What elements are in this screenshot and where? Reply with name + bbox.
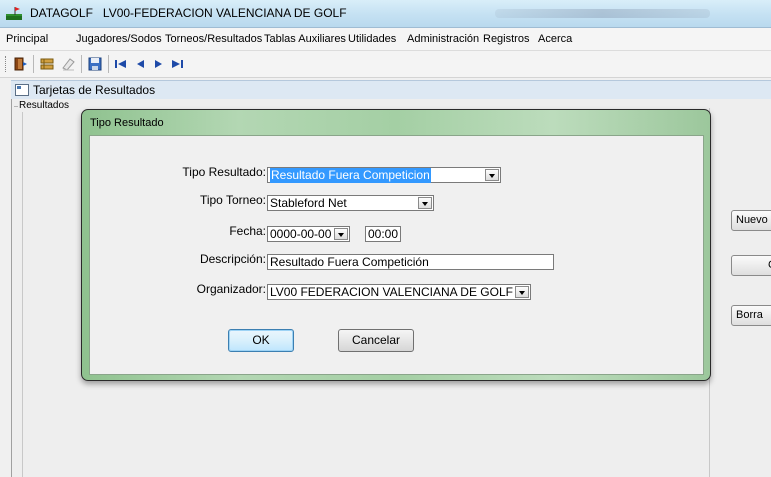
menu-tablas-auxiliares[interactable]: Tablas Auxiliares bbox=[264, 33, 346, 45]
descripcion-label: Descripción: bbox=[199, 252, 266, 266]
fecha-date-picker[interactable]: 0000-00-00 bbox=[267, 226, 350, 242]
tipo-torneo-select[interactable]: Stableford Net bbox=[267, 195, 434, 211]
internal-frame-title: Tarjetas de Resultados bbox=[33, 83, 156, 97]
menu-torneos[interactable]: Torneos/Resultados bbox=[165, 33, 262, 45]
save-button[interactable]: G bbox=[731, 255, 771, 276]
menu-jugadores[interactable]: Jugadores/Sodos bbox=[76, 33, 162, 45]
section-border bbox=[14, 106, 18, 107]
frame-window-icon bbox=[15, 84, 29, 96]
first-record-icon[interactable] bbox=[112, 55, 130, 73]
left-panel-border bbox=[22, 112, 23, 477]
menu-administracion[interactable]: Administración bbox=[407, 33, 479, 45]
chevron-down-icon[interactable] bbox=[485, 169, 499, 181]
results-section-label: Resultados bbox=[19, 100, 70, 111]
hora-field[interactable]: 00:00 bbox=[365, 226, 401, 242]
tipo-resultado-label: Tipo Resultado: bbox=[182, 165, 266, 179]
app-name: DATAGOLF bbox=[30, 6, 93, 20]
tools-icon[interactable] bbox=[38, 55, 56, 73]
organizador-label: Organizador: bbox=[196, 282, 266, 296]
dialog-content: Tipo Resultado: Resultado Fuera Competic… bbox=[89, 135, 704, 375]
tipo-torneo-value: Stableford Net bbox=[270, 196, 347, 210]
fecha-label: Fecha: bbox=[229, 224, 266, 238]
organizador-select[interactable]: LV00 FEDERACION VALENCIANA DE GOLF bbox=[267, 284, 531, 300]
chevron-down-icon[interactable] bbox=[515, 286, 529, 298]
exit-door-icon[interactable] bbox=[11, 55, 29, 73]
new-button[interactable]: Nuevo bbox=[731, 210, 771, 231]
organizador-value: LV00 FEDERACION VALENCIANA DE GOLF bbox=[270, 285, 513, 299]
tipo-resultado-dialog: Tipo Resultado Tipo Resultado: Resultado… bbox=[81, 109, 711, 381]
menu-acerca[interactable]: Acerca bbox=[538, 33, 572, 45]
blurred-title-area bbox=[495, 9, 710, 18]
chevron-down-icon[interactable] bbox=[418, 197, 432, 209]
ok-button[interactable]: OK bbox=[228, 329, 294, 352]
golf-green-icon bbox=[6, 7, 22, 20]
next-record-icon[interactable] bbox=[150, 55, 168, 73]
window-titlebar: DATAGOLF LV00-FEDERACION VALENCIANA DE G… bbox=[0, 0, 771, 28]
menu-bar: Principal Jugadores/Sodos Torneos/Result… bbox=[0, 28, 771, 51]
menu-principal[interactable]: Principal bbox=[6, 33, 48, 45]
save-disk-icon[interactable] bbox=[86, 55, 104, 73]
previous-record-icon[interactable] bbox=[131, 55, 149, 73]
fecha-value: 0000-00-00 bbox=[270, 227, 332, 241]
toolbar bbox=[0, 51, 771, 78]
eraser-icon[interactable] bbox=[59, 55, 77, 73]
toolbar-grip[interactable] bbox=[5, 56, 8, 72]
cancel-button[interactable]: Cancelar bbox=[338, 329, 414, 352]
document-name: LV00-FEDERACION VALENCIANA DE GOLF bbox=[102, 6, 347, 20]
descripcion-field[interactable]: Resultado Fuera Competición bbox=[267, 254, 554, 270]
toolbar-separator bbox=[108, 55, 109, 73]
delete-button[interactable]: Borra bbox=[731, 305, 771, 326]
last-record-icon[interactable] bbox=[168, 55, 186, 73]
internal-frame-titlebar[interactable]: Tarjetas de Resultados bbox=[11, 80, 771, 99]
tipo-torneo-label: Tipo Torneo: bbox=[199, 193, 266, 207]
chevron-down-icon[interactable] bbox=[334, 228, 348, 240]
window-title: DATAGOLF LV00-FEDERACION VALENCIANA DE G… bbox=[30, 6, 347, 20]
toolbar-separator bbox=[81, 55, 82, 73]
menu-utilidades[interactable]: Utilidades bbox=[348, 33, 396, 45]
dialog-title: Tipo Resultado bbox=[90, 117, 164, 129]
toolbar-separator bbox=[33, 55, 34, 73]
menu-registros[interactable]: Registros bbox=[483, 33, 529, 45]
tipo-resultado-select[interactable]: Resultado Fuera Competicion bbox=[267, 167, 501, 183]
tipo-resultado-value: Resultado Fuera Competicion bbox=[270, 168, 431, 183]
